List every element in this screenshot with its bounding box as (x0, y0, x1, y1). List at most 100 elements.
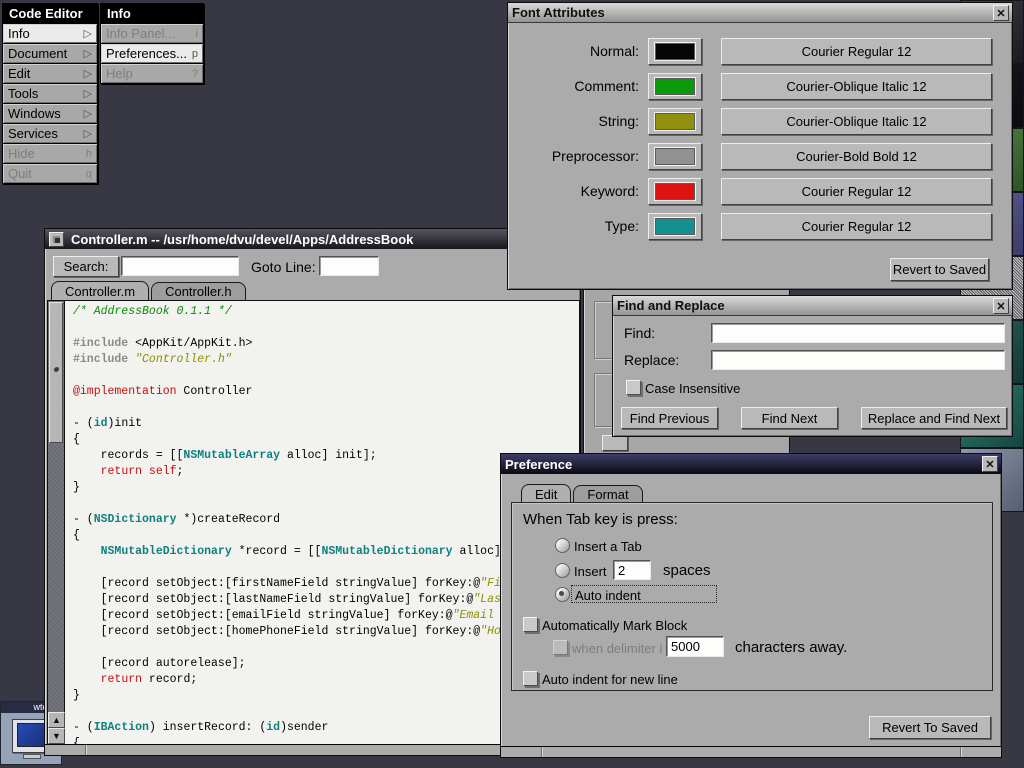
menu-item-services[interactable]: Services▷ (2, 124, 98, 144)
font-attributes-window: Font Attributes ✕ Normal:Courier Regular… (507, 2, 1013, 290)
tab-controller-h[interactable]: Controller.h (151, 282, 245, 300)
color-swatch-button[interactable] (648, 178, 702, 205)
font-select-button[interactable]: Courier-Oblique Italic 12 (721, 108, 992, 135)
goto-line-label: Goto Line: (251, 259, 316, 275)
case-insensitive-checkbox[interactable] (626, 380, 641, 395)
auto-indent-newline-checkbox[interactable] (523, 671, 538, 686)
auto-indent-label: Auto indent (575, 588, 641, 603)
font-attribute-label: Preprocessor: (508, 148, 648, 164)
menu-item-label: Quit (8, 166, 32, 181)
scrollbar-knob[interactable] (49, 302, 63, 443)
color-swatch (655, 218, 695, 235)
tab-edit[interactable]: Edit (521, 484, 571, 503)
replace-and-find-next-button[interactable]: Replace and Find Next (861, 407, 1007, 429)
preference-resize-bar[interactable] (501, 746, 1001, 757)
menu-item-preferences-[interactable]: Preferences...p (100, 44, 204, 64)
font-attribute-row: Preprocessor: Courier-Bold Bold 12 (508, 142, 1012, 170)
insert-tab-radio[interactable] (555, 538, 570, 553)
color-swatch (655, 113, 695, 130)
close-icon[interactable]: ✕ (993, 298, 1009, 314)
code-token-type: id (266, 721, 280, 734)
menu-item-label: Preferences... (106, 46, 187, 61)
font-select-button[interactable]: Courier Regular 12 (721, 178, 992, 205)
tab-format[interactable]: Format (573, 485, 642, 503)
font-select-button[interactable]: Courier-Bold Bold 12 (721, 143, 992, 170)
preference-titlebar[interactable]: Preference ✕ (501, 454, 1001, 474)
code-token-normal: <AppKit/AppKit.h> (128, 337, 252, 350)
tab-size-input[interactable] (613, 560, 651, 580)
code-line: @implementation Controller (73, 384, 579, 400)
search-input[interactable] (121, 256, 239, 276)
scroll-down-button[interactable]: ▼ (48, 728, 65, 744)
font-select-button[interactable]: Courier Regular 12 (721, 38, 992, 65)
menu-item-quit[interactable]: Quit q (2, 164, 98, 184)
menu-item-info-panel-[interactable]: Info Panel...i (100, 24, 204, 44)
find-previous-button[interactable]: Find Previous (621, 407, 718, 429)
close-icon[interactable]: ✕ (982, 456, 998, 472)
find-label: Find: (624, 325, 655, 341)
menu-item-tools[interactable]: Tools▷ (2, 84, 98, 104)
code-line: { (73, 432, 579, 448)
menu-item-windows[interactable]: Windows▷ (2, 104, 98, 124)
code-token-preproc: #include (73, 353, 128, 366)
code-line: /* AddressBook 0.1.1 */ (73, 304, 579, 320)
close-icon[interactable]: ✕ (993, 5, 1009, 21)
menu-item-hide[interactable]: Hideh (2, 144, 98, 164)
menu-title[interactable]: Code Editor (2, 3, 98, 24)
color-swatch-button[interactable] (648, 143, 702, 170)
delimiter-chars-input[interactable] (666, 636, 724, 657)
mark-block-label: Automatically Mark Block (542, 618, 687, 633)
color-swatch-button[interactable] (648, 108, 702, 135)
menu-item-help[interactable]: Help? (100, 64, 204, 84)
font-attribute-label: Keyword: (508, 183, 648, 199)
menu-item-label: Windows (8, 106, 61, 121)
font-attribute-row: Keyword: Courier Regular 12 (508, 177, 1012, 205)
find-replace-titlebar[interactable]: Find and Replace ✕ (613, 296, 1012, 316)
goto-line-input[interactable] (319, 256, 379, 276)
scroll-up-button[interactable]: ▲ (48, 712, 65, 728)
color-swatch-button[interactable] (648, 73, 702, 100)
mark-block-checkbox[interactable] (523, 617, 538, 632)
revert-to-saved-button[interactable]: Revert to Saved (890, 258, 989, 281)
replace-input[interactable] (711, 350, 1005, 370)
menu-item-label: Tools (8, 86, 38, 101)
tab-controller-m[interactable]: Controller.m (51, 281, 149, 300)
menu-item-edit[interactable]: Edit▷ (2, 64, 98, 84)
font-attribute-row: String:Courier-Oblique Italic 12 (508, 107, 1012, 135)
auto-indent-radio[interactable] (555, 587, 570, 602)
insert-spaces-radio[interactable] (555, 563, 570, 578)
menu-item-document[interactable]: Document▷ (2, 44, 98, 64)
code-token-string: "Fi (480, 577, 501, 590)
find-replace-window: Find and Replace ✕ Find: Replace: Case I… (612, 295, 1013, 437)
menu-items: Info▷Document▷Edit▷Tools▷Windows▷Service… (2, 24, 98, 184)
code-editor-menu: Code Editor Info▷Document▷Edit▷Tools▷Win… (2, 3, 98, 184)
revert-to-saved-button[interactable]: Revert To Saved (869, 716, 991, 739)
color-swatch-button[interactable] (648, 213, 702, 240)
color-swatch-button[interactable] (648, 38, 702, 65)
font-select-button[interactable]: Courier-Oblique Italic 12 (721, 73, 992, 100)
delimiter-checkbox[interactable] (553, 640, 568, 655)
font-select-button[interactable]: Courier Regular 12 (721, 213, 992, 240)
search-button[interactable]: Search: (53, 256, 119, 277)
code-token-normal: [record setObject:[homePhoneField string… (73, 625, 480, 638)
menu-key-label: q (86, 168, 92, 180)
code-token-normal: [record setObject:[emailField stringValu… (73, 609, 453, 622)
vertical-scrollbar[interactable]: ▲ ▼ (48, 301, 65, 744)
miniaturize-button[interactable] (49, 232, 64, 247)
font-attributes-titlebar[interactable]: Font Attributes ✕ (508, 3, 1012, 23)
find-input[interactable] (711, 323, 1005, 343)
editor-titlebar[interactable]: Controller.m -- /usr/home/dvu/devel/Apps… (45, 229, 580, 249)
menu-item-info[interactable]: Info▷ (2, 24, 98, 44)
code-token-normal: } (73, 689, 80, 702)
code-token-normal: )init (108, 417, 143, 430)
code-token-keyword: @implementation (73, 385, 177, 398)
insert-spaces-label: Insert (574, 564, 607, 579)
find-replace-title: Find and Replace (617, 298, 725, 313)
case-insensitive-label: Case Insensitive (645, 381, 740, 396)
code-token-normal: - ( (73, 513, 94, 526)
submenu-title[interactable]: Info (100, 3, 204, 24)
code-token-normal (73, 673, 101, 686)
code-token-normal: ) insertRecord: ( (149, 721, 266, 734)
code-token-keyword: return (101, 673, 142, 686)
find-next-button[interactable]: Find Next (741, 407, 838, 429)
